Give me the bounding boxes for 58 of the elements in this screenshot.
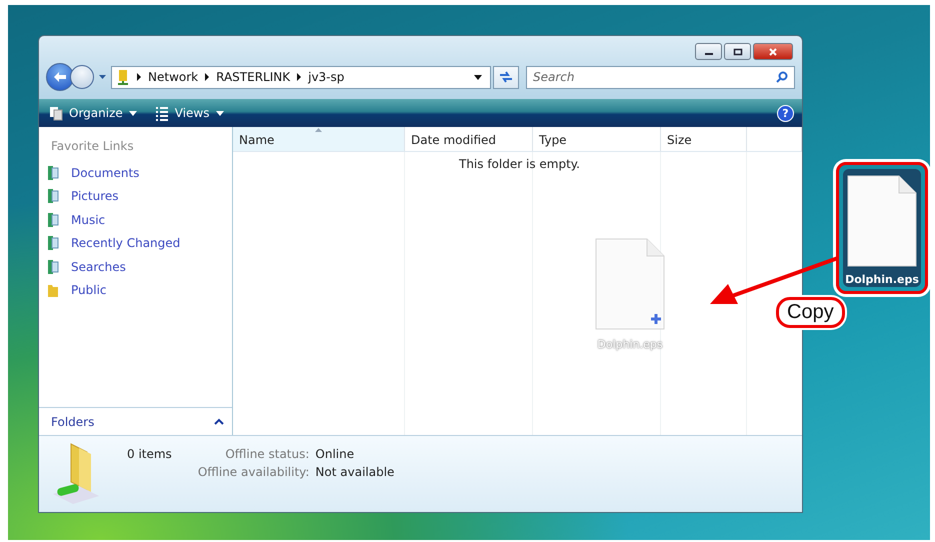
pane-heading: Favorite Links	[50, 138, 135, 155]
property-value: Not available	[315, 465, 394, 479]
caret-icon	[216, 110, 224, 116]
breadcrumb-arrow-icon	[136, 73, 142, 81]
column-header[interactable]: Size	[661, 127, 747, 151]
maximize-icon	[732, 48, 742, 56]
library-icon	[47, 188, 59, 204]
library-icon	[47, 235, 59, 252]
property-value: Online	[315, 447, 356, 461]
property-label: Offline status:	[224, 447, 310, 461]
desktop-icon[interactable]: Dolphin.eps	[843, 169, 921, 287]
minimize-button[interactable]	[695, 43, 722, 60]
address-bar[interactable]: Network RASTERLINK jv3-sp	[111, 66, 491, 88]
breadcrumb-arrow-icon	[204, 73, 210, 81]
library-icon	[47, 212, 59, 228]
toolbar-button[interactable]: Organize	[47, 106, 139, 120]
column-header[interactable]: Type	[533, 127, 661, 151]
search-icon[interactable]	[776, 70, 788, 82]
favorite-link[interactable]: Public	[39, 278, 232, 302]
favorite-link[interactable]: Pictures	[39, 184, 232, 208]
favorite-link[interactable]: Recently Changed	[39, 232, 232, 255]
file-label: Dolphin.eps	[597, 338, 663, 351]
favorite-link[interactable]: Documents	[39, 161, 232, 184]
favorite-link[interactable]: Music	[39, 208, 232, 232]
caret-icon	[128, 110, 137, 116]
close-icon	[768, 48, 778, 56]
pages-icon	[49, 106, 63, 120]
column-header[interactable]: Name	[233, 127, 405, 151]
breadcrumb[interactable]: jv3-sp	[308, 70, 344, 84]
empty-folder-message: This folder is empty.	[459, 157, 580, 171]
maximize-button[interactable]	[724, 43, 751, 60]
folder-icon	[47, 282, 59, 298]
caret-icon[interactable]	[98, 74, 107, 80]
toolbar-button[interactable]: Views	[152, 106, 226, 120]
column-header[interactable]: Date modified	[405, 127, 533, 151]
help-button[interactable]: ?	[777, 104, 794, 122]
library-icon	[47, 164, 59, 181]
sort-arrow-icon	[315, 128, 322, 132]
chevron-up-icon	[214, 418, 224, 425]
file-icon	[847, 175, 917, 267]
forward-button[interactable]	[70, 65, 94, 89]
favorite-link[interactable]: Searches	[39, 255, 232, 278]
arrow-left-icon	[53, 71, 67, 83]
breadcrumb[interactable]: RASTERLINK	[216, 70, 290, 84]
item-count: 0 items	[127, 447, 172, 461]
search-field[interactable]: Search	[526, 66, 795, 88]
back-button[interactable]	[46, 63, 74, 91]
property-label: Offline availability:	[198, 465, 310, 479]
breadcrumb-arrow-icon	[296, 73, 302, 81]
close-button[interactable]	[753, 43, 793, 60]
dropdown-icon[interactable]	[474, 74, 482, 80]
refresh-icon	[499, 71, 513, 83]
list-icon	[154, 106, 169, 120]
network-icon	[116, 69, 130, 85]
callout-label: Copy	[776, 297, 845, 328]
refresh-button[interactable]	[493, 66, 519, 88]
library-icon	[47, 258, 59, 275]
breadcrumb[interactable]: Network	[148, 70, 198, 84]
